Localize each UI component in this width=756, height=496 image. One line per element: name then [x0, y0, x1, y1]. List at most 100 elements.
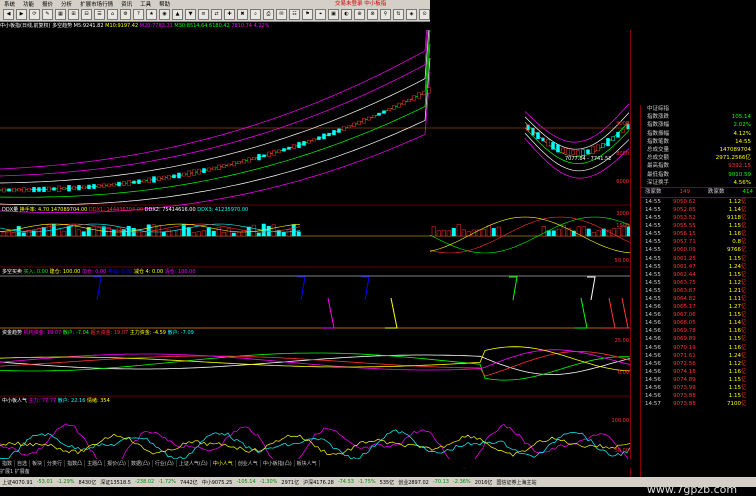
tick-row[interactable]: 14:56 9069.89 1.15 亿: [641, 335, 756, 343]
toolbar-button-icon[interactable]: ⊟: [81, 9, 92, 20]
toolbar-button-icon[interactable]: ✖: [237, 9, 248, 20]
tick-row[interactable]: 14:57 9073.88 7100 亿: [641, 400, 756, 408]
bottom-tab[interactable]: 中小板指(凸): [261, 460, 295, 467]
tick-list[interactable]: 14:55 9050.62 1.12 亿 14:55 9052.85 1.14 亿 14:55 9…: [641, 198, 756, 408]
toolbar-button-icon[interactable]: ✉: [276, 9, 287, 20]
panel-value: 中小板人气: [2, 398, 29, 404]
toolbar-button-icon[interactable]: ◉: [159, 9, 170, 20]
tick-unit: 亿: [741, 328, 747, 335]
tick-row[interactable]: 14:55 9064.82 1.11 亿: [641, 295, 756, 303]
bottom-tab[interactable]: 创业人气: [236, 460, 261, 467]
toolbar-button-icon[interactable]: ⎙: [263, 9, 274, 20]
menu-item[interactable]: 报价: [38, 0, 57, 8]
tick-row[interactable]: 14:55 9062.44 1.15 亿: [641, 271, 756, 279]
menu-item[interactable]: 帮助: [155, 0, 174, 8]
toolbar-button-icon[interactable]: ⊕: [354, 9, 365, 20]
toolbar-button-icon[interactable]: ◀: [3, 9, 14, 20]
toolbar-button-icon[interactable]: ⟳: [29, 9, 40, 20]
tick-row[interactable]: 14:55 9061.25 1.15 亿: [641, 255, 756, 263]
tick-row[interactable]: 14:55 9050.62 1.12 亿: [641, 198, 756, 206]
toolbar-button-icon[interactable]: ⌂: [107, 9, 118, 20]
tick-row[interactable]: 14:56 9074.89 1.15 亿: [641, 376, 756, 384]
tick-row[interactable]: 14:55 9063.75 1.12 亿: [641, 279, 756, 287]
toolbar-button-icon[interactable]: ▶: [16, 9, 27, 20]
tick-row[interactable]: 14:55 9060.09 9766 亿: [641, 246, 756, 254]
bottom-tab[interactable]: 中小人气: [211, 460, 236, 467]
toolbar-button-icon[interactable]: ⊗: [367, 9, 378, 20]
toolbar-button-icon[interactable]: ▣: [328, 9, 339, 20]
toolbar-button-icon[interactable]: ✎: [42, 9, 53, 20]
main-chart-svg[interactable]: 7077.84 - 7741.52: [0, 30, 640, 477]
tick-row[interactable]: 14:56 9073.99 1.15 亿: [641, 384, 756, 392]
toolbar-button-icon[interactable]: ▼: [185, 9, 196, 20]
toolbar-button-icon[interactable]: ⊙: [419, 9, 430, 20]
menu-item[interactable]: 分析: [57, 0, 76, 8]
bottom-tab[interactable]: 板块: [30, 460, 46, 467]
account-status[interactable]: 交易未登录 中小板指: [335, 0, 430, 8]
bottom-tab[interactable]: 上证人气(凸): [177, 460, 211, 467]
toolbar-button-icon[interactable]: ⊞: [68, 9, 79, 20]
menu-item[interactable]: 工具: [136, 0, 155, 8]
tick-row[interactable]: 14:55 9061.47 1.24 亿: [641, 263, 756, 271]
toolbar-button-icon[interactable]: ≡: [198, 9, 209, 20]
candlestick: [586, 149, 590, 154]
tick-volume: 9766: [727, 247, 741, 254]
tick-row[interactable]: 14:56 9072.56 1.12 亿: [641, 360, 756, 368]
menu-item[interactable]: 系统: [0, 0, 19, 8]
tick-row[interactable]: 14:55 9053.52 9118 亿: [641, 214, 756, 222]
toolbar-button-icon[interactable]: ✚: [224, 9, 235, 20]
tick-row[interactable]: 14:56 9070.19 1.16 亿: [641, 344, 756, 352]
ddx-bar: [591, 232, 596, 237]
toolbar-button-icon[interactable]: ☷: [289, 9, 300, 20]
toolbar-button-icon[interactable]: ▦: [55, 9, 66, 20]
candlestick: [157, 176, 161, 181]
toolbar-button-icon[interactable]: ★: [146, 9, 157, 20]
tick-row[interactable]: 14:56 9071.61 1.24 亿: [641, 352, 756, 360]
tick-row[interactable]: 14:55 9052.85 1.14 亿: [641, 206, 756, 214]
menu-item[interactable]: 资讯: [117, 0, 136, 8]
toolbar-button-icon[interactable]: ▲: [172, 9, 183, 20]
toolbar-button-icon[interactable]: ◈: [406, 9, 417, 20]
status-segment: 创业2897.02: [398, 479, 429, 486]
toolbar-button-icon[interactable]: ⌖: [315, 9, 326, 20]
tick-row[interactable]: 14:55 9057.71 0.8 亿: [641, 238, 756, 246]
quote-value: 147089704: [719, 146, 752, 153]
quote-value: 2971.2566亿: [715, 155, 751, 162]
bottom-tab[interactable]: 数据(凸): [129, 460, 153, 467]
tick-row[interactable]: 14:56 9068.05 1.14 亿: [641, 319, 756, 327]
toolbar-button-icon[interactable]: ⇅: [393, 9, 404, 20]
toolbar-button-icon[interactable]: ☰: [94, 9, 105, 20]
bottom-tab[interactable]: 报价(凸): [105, 460, 129, 467]
tick-row[interactable]: 14:56 9069.78 1.16 亿: [641, 327, 756, 335]
candlestick: [422, 90, 426, 96]
candlestick: [322, 133, 326, 140]
toolbar-button-icon[interactable]: ⚙: [120, 9, 131, 20]
tick-volume: 1.15: [728, 312, 741, 319]
bottom-tab[interactable]: 指数: [0, 460, 16, 467]
bottom-tab[interactable]: 自选: [15, 460, 31, 467]
chart-area[interactable]: 7077.84 - 7741.52 DDX量 换手率: 4.70 1470897…: [0, 30, 640, 477]
bottom-tab[interactable]: 分类行: [45, 460, 66, 467]
tick-row[interactable]: 14:55 9055.55 1.15 亿: [641, 222, 756, 230]
bottom-tab[interactable]: 板块人气: [295, 460, 320, 467]
bottom-tab[interactable]: 主题凸: [85, 460, 106, 467]
toolbar-button-icon[interactable]: ⚑: [302, 9, 313, 20]
tick-row[interactable]: 14:55 9056.15 1.16 亿: [641, 230, 756, 238]
tick-row[interactable]: 14:55 9063.87 1.21 亿: [641, 287, 756, 295]
toolbar-button-icon[interactable]: ⌕: [250, 9, 261, 20]
toolbar-button-icon[interactable]: ⚲: [380, 9, 391, 20]
toolbar-button-icon[interactable]: ◐: [341, 9, 352, 20]
menu-item[interactable]: 扩展市场行情: [76, 0, 117, 8]
bottom-tab[interactable]: 行业(凸): [153, 460, 177, 467]
bottom-tab[interactable]: 指数凸: [65, 460, 86, 467]
tick-row[interactable]: 14:56 9065.17 1.27 亿: [641, 303, 756, 311]
toolbar-button-icon[interactable]: ⇄: [211, 9, 222, 20]
panel-value: 机构资金: 19.07: [23, 330, 63, 336]
menu-item[interactable]: 功能: [19, 0, 38, 8]
tick-row[interactable]: 14:56 9074.18 1.16 亿: [641, 368, 756, 376]
tick-row[interactable]: 14:56 9073.88 1.15 亿: [641, 392, 756, 400]
toolbar-button-icon[interactable]: ?: [133, 9, 144, 20]
tick-row[interactable]: 14:56 9067.06 1.15 亿: [641, 311, 756, 319]
tick-price: 9063.87: [673, 287, 696, 294]
extension-tab-row[interactable]: 扩展1 扩展备: [0, 468, 640, 476]
